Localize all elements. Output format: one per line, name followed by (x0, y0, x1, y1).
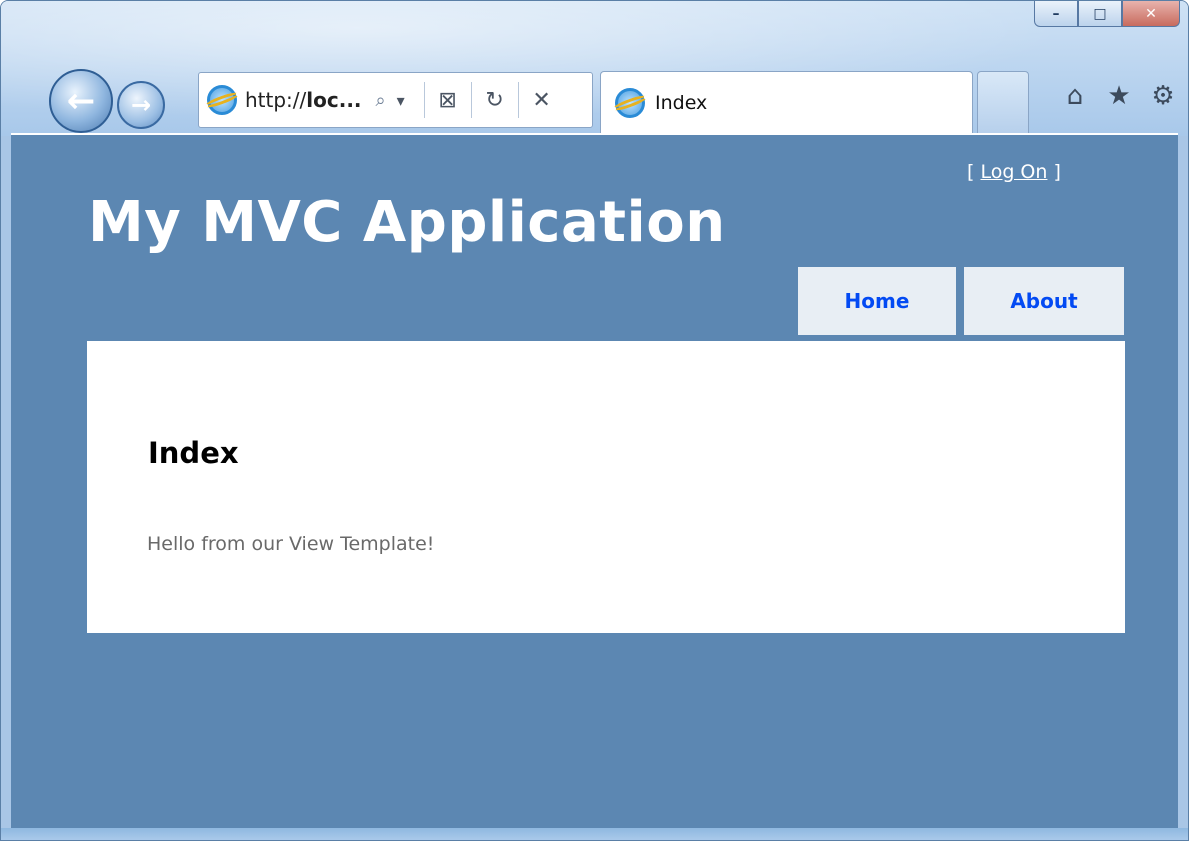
new-tab-button[interactable] (977, 71, 1029, 133)
login-bracket-open: [ (967, 161, 981, 183)
back-button[interactable]: ← (49, 69, 113, 133)
tab-title: Index (655, 91, 708, 114)
maximize-button[interactable]: □ (1078, 1, 1122, 27)
url-scheme: http:// (245, 88, 307, 112)
home-icon[interactable]: ⌂ (1060, 81, 1090, 111)
address-bar[interactable]: http://loc... ⌕ ▾ ⊠ ↻ ✕ (198, 72, 593, 128)
caption-buttons: – □ ✕ (1034, 1, 1180, 31)
refresh-icon[interactable]: ↻ (480, 88, 510, 113)
window-bottom-border (1, 828, 1188, 840)
back-arrow-icon: ← (66, 81, 96, 121)
page-heading: Index (148, 436, 239, 470)
main-panel: Index Hello from our View Template! (87, 341, 1125, 633)
address-divider (423, 82, 425, 118)
log-on-link[interactable]: Log On (980, 161, 1047, 183)
favorites-star-icon[interactable]: ★ (1104, 81, 1134, 111)
menu-item-about[interactable]: About (964, 267, 1124, 335)
tab-index[interactable]: Index (600, 71, 973, 133)
forward-arrow-icon: → (130, 91, 152, 119)
ie-tab-icon (615, 87, 645, 118)
address-dropdown-button[interactable]: ▾ (386, 91, 416, 110)
address-url[interactable]: http://loc... (245, 88, 362, 112)
gear-icon[interactable]: ⚙ (1148, 81, 1178, 111)
login-bracket-close: ] (1047, 161, 1061, 183)
address-divider (517, 82, 519, 118)
menu-item-home[interactable]: Home (798, 267, 956, 335)
stop-icon[interactable]: ✕ (527, 88, 557, 113)
page-body-text: Hello from our View Template! (147, 533, 435, 555)
close-window-button[interactable]: ✕ (1122, 1, 1180, 27)
browser-toolbar: ⌂ ★ ⚙ (1060, 81, 1178, 111)
site-title: My MVC Application (88, 190, 726, 255)
forward-button[interactable]: → (117, 81, 165, 129)
url-host: loc... (306, 88, 362, 112)
main-menu: Home About (798, 267, 1124, 335)
compatibility-view-icon[interactable]: ⊠ (433, 88, 463, 113)
login-panel: [ Log On ] (967, 161, 1061, 183)
page-content: [ Log On ] My MVC Application Home About… (11, 133, 1178, 831)
ie-page-icon (207, 85, 237, 115)
address-divider (470, 82, 472, 118)
browser-window: – □ ✕ ← → http://loc... ⌕ ▾ ⊠ ↻ ✕ Index … (0, 0, 1189, 841)
minimize-button[interactable]: – (1034, 1, 1078, 27)
search-icon[interactable]: ⌕ (376, 90, 386, 111)
